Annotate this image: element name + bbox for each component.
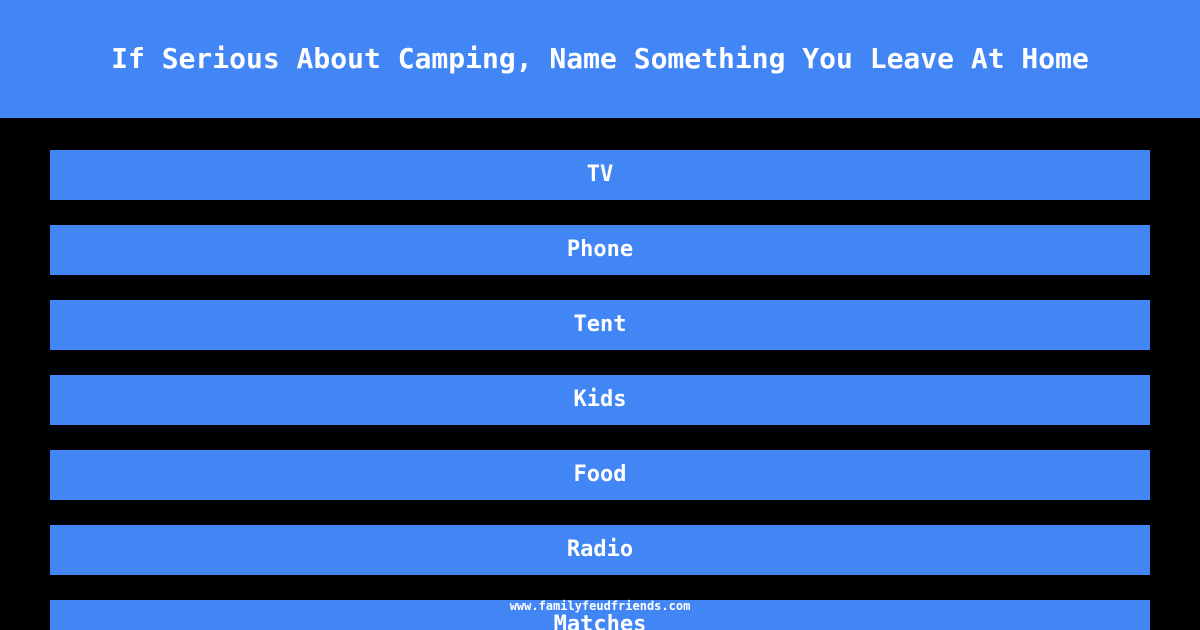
answer-row[interactable]: Radio bbox=[50, 525, 1150, 575]
answer-row[interactable]: Tent bbox=[50, 300, 1150, 350]
answer-row[interactable]: Food bbox=[50, 450, 1150, 500]
answer-row[interactable]: Phone bbox=[50, 225, 1150, 275]
answer-label: Phone bbox=[566, 237, 634, 262]
answer-row[interactable]: Matches bbox=[50, 600, 1150, 630]
answer-list: TV Phone Tent Kids Food Radio Matches bbox=[50, 150, 1150, 630]
page-title: If Serious About Camping, Name Something… bbox=[111, 41, 1089, 75]
answer-label: Radio bbox=[566, 537, 634, 562]
answer-row[interactable]: TV bbox=[50, 150, 1150, 200]
question-header: If Serious About Camping, Name Something… bbox=[0, 0, 1200, 118]
answer-label: Food bbox=[573, 462, 627, 487]
answer-label: Kids bbox=[573, 387, 627, 412]
answer-row[interactable]: Kids bbox=[50, 375, 1150, 425]
answer-label: Matches bbox=[553, 612, 647, 630]
answer-label: TV bbox=[586, 162, 614, 187]
page-root: If Serious About Camping, Name Something… bbox=[0, 0, 1200, 630]
answer-label: Tent bbox=[573, 312, 627, 337]
